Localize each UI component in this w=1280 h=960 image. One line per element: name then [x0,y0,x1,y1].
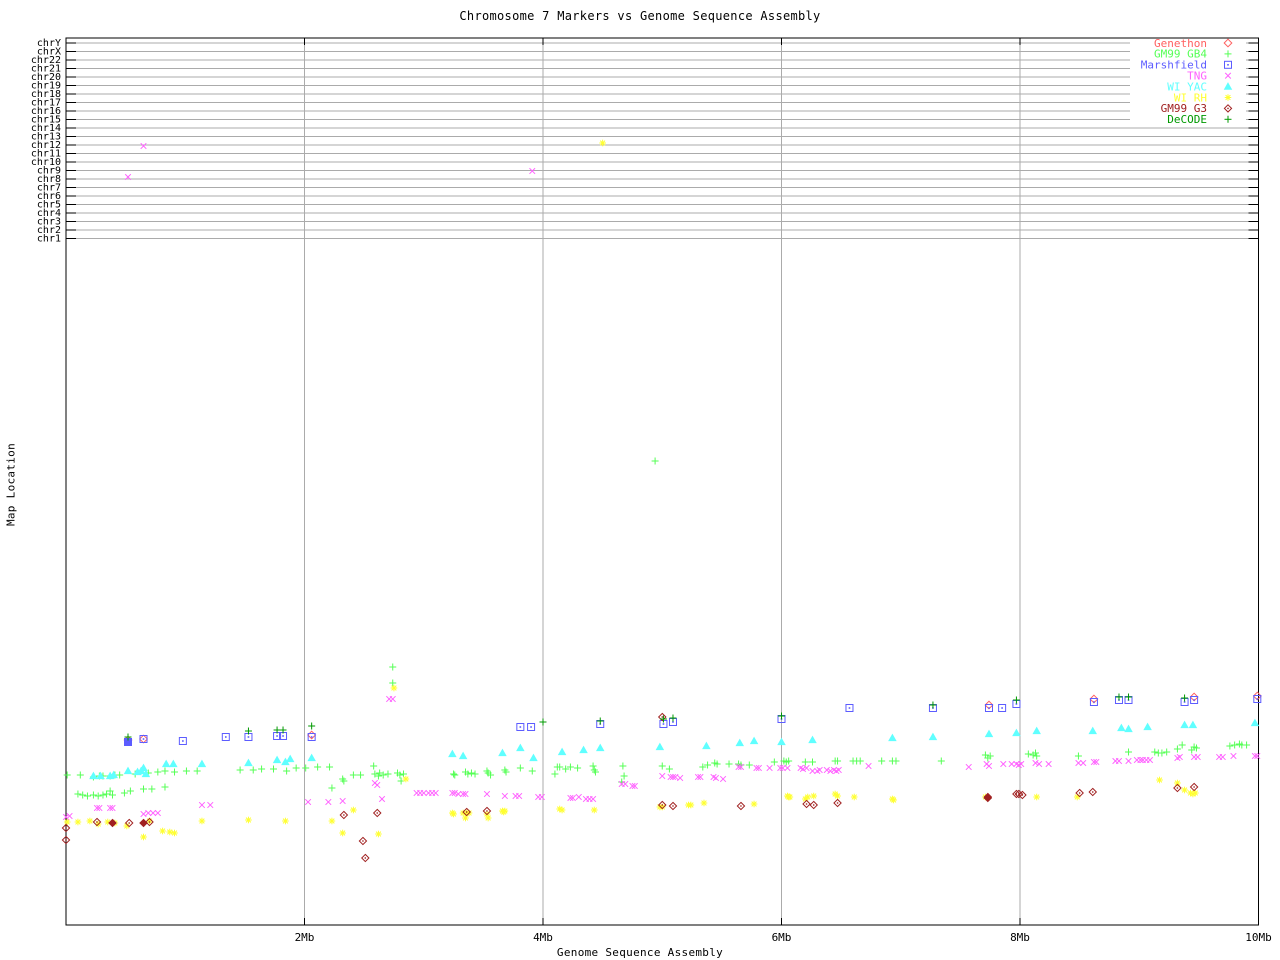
x-tick-labels: 2Mb 4Mb 6Mb 8Mb 10Mb [295,931,1272,944]
legend-marker-wi_rh [1224,94,1232,101]
series-marshfield [124,695,1262,746]
x-gridlines [304,38,1021,925]
chart-title: Chromosome 7 Markers vs Genome Sequence … [459,9,821,23]
series-tng [62,142,1261,821]
y-axis-label: Map Location [4,442,18,527]
gnuplot-chart-window: chrY chrX chr22 chr21 chr20 chr19 chr18 chr17 ch… [0,0,1280,960]
chromosome-lines [66,42,1259,239]
x-tick-10Mb: 10Mb [1245,931,1272,944]
series-decode [124,693,1189,741]
x-tick-6Mb: 6Mb [772,931,792,944]
series-gm99_g3 [61,712,1199,863]
chromosome-labels: chrYchrXchr22chr21chr20chr19chr18chr17ch… [31,38,61,245]
x-tick-8Mb: 8Mb [1010,931,1030,944]
chr-label-chr1: chr1 [37,234,61,245]
legend-label-decode: DeCODE [1167,113,1207,126]
x-axis-label: Genome Sequence Assembly [556,946,724,959]
series-wi_yac [89,718,1260,780]
x-tick-4Mb: 4Mb [533,931,553,944]
series-wi_rh [63,139,1199,841]
plot-border [65,37,1259,926]
x-tick-2Mb: 2Mb [295,931,315,944]
chart-canvas: chrYchrXchr22chr21chr20chr19chr18chr17ch… [31,37,1272,944]
